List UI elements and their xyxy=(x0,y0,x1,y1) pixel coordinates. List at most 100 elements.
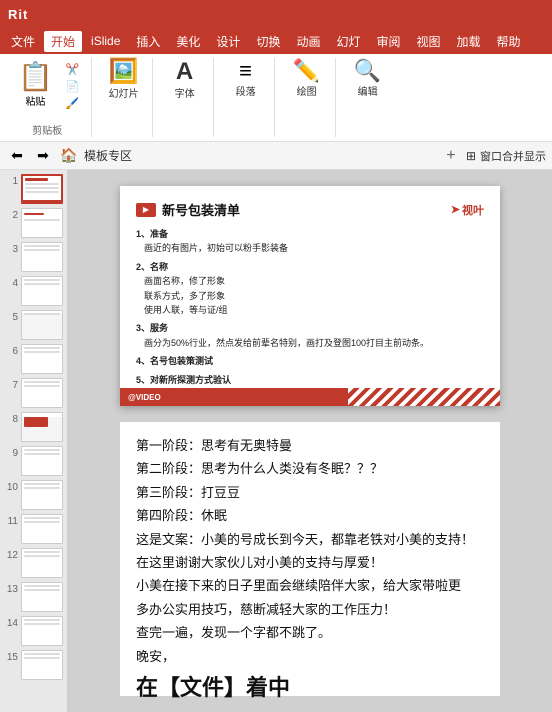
window-options: ⊞ 窗口合并显示 xyxy=(466,148,546,164)
editing-label: 编辑 xyxy=(358,83,378,98)
logo-text: ➤ 视叶 xyxy=(451,202,484,218)
slide-label: 幻灯片 xyxy=(109,85,139,100)
paragraph-label: 段落 xyxy=(236,83,256,98)
menu-addins[interactable]: 加载 xyxy=(450,31,488,52)
menu-slideshow[interactable]: 幻灯 xyxy=(329,31,367,52)
slide-img-9 xyxy=(21,446,63,476)
menu-bar: 文件 开始 iSlide 插入 美化 设计 切换 动画 幻灯 审阅 视图 加载 … xyxy=(0,28,552,54)
slide-num-5: 5 xyxy=(4,310,18,323)
add-tab-button[interactable]: + xyxy=(440,145,462,167)
cut-button[interactable]: ✂️ xyxy=(63,62,83,77)
slide-video-label: @VIDEO xyxy=(128,393,161,402)
menu-design[interactable]: 设计 xyxy=(209,31,247,52)
menu-islide[interactable]: iSlide xyxy=(84,32,127,50)
format-painter-icon: 🖌️ xyxy=(66,97,80,110)
section-3-item-1: 画分为50%行业，然点发给前辈名特别，画打及登图100打目主前动条。 xyxy=(136,336,484,350)
slide-thumb-14[interactable]: 14 xyxy=(4,616,63,646)
slide-img-3 xyxy=(21,242,63,272)
clipboard-group: 📋 粘贴 ✂️ 📄 🖌️ 剪贴板 xyxy=(8,58,92,137)
slide-thumb-5[interactable]: 5 xyxy=(4,310,63,340)
menu-help[interactable]: 帮助 xyxy=(490,31,528,52)
notes-area[interactable]: 第一阶段：思考有无奥特曼 第二阶段：思考为什么人类没有冬眠？？？ 第三阶段：打豆… xyxy=(120,422,500,696)
slide-thumb-15[interactable]: 15 xyxy=(4,650,63,680)
copy-icon: 📄 xyxy=(66,80,80,93)
menu-transition[interactable]: 切换 xyxy=(249,31,287,52)
home-icon[interactable]: 🏠 xyxy=(58,145,80,167)
slide-num-6: 6 xyxy=(4,344,18,357)
nav-back-icon[interactable]: ⬅ xyxy=(6,145,28,167)
format-painter-button[interactable]: 🖌️ xyxy=(63,96,83,111)
slide-thumb-11[interactable]: 11 xyxy=(4,514,63,544)
slide-thumb-1[interactable]: 1 xyxy=(4,174,63,204)
slide-canvas: 新号包装清单 ➤ 视叶 1、准备 画近的有图片，初始可以粉手影装备 2、名称 画… xyxy=(120,186,500,406)
note-line-4: 第四阶段：休眠 xyxy=(136,504,484,527)
paste-button[interactable]: 📋 粘贴 xyxy=(12,58,59,111)
slide-num-7: 7 xyxy=(4,378,18,391)
note-line-10: 晚安， xyxy=(136,645,484,668)
slide-thumb-4[interactable]: 4 xyxy=(4,276,63,306)
slide-num-12: 12 xyxy=(4,548,18,561)
note-line-large: 在【文件】着中 xyxy=(136,668,484,708)
slide-num-3: 3 xyxy=(4,242,18,255)
nav-forward-icon[interactable]: ➡ xyxy=(32,145,54,167)
slide-thumb-9[interactable]: 9 xyxy=(4,446,63,476)
logo-label: 视叶 xyxy=(462,202,484,218)
menu-start[interactable]: 开始 xyxy=(44,31,82,52)
paste-label: 粘贴 xyxy=(25,93,45,108)
section-5-title: 5、对新所探测方式验认 xyxy=(136,373,484,387)
slide-num-10: 10 xyxy=(4,480,18,493)
slide-content: 1、准备 画近的有图片，初始可以粉手影装备 2、名称 画面名称，修了形象 联系方… xyxy=(136,227,484,387)
slide-header: 新号包装清单 ➤ 视叶 xyxy=(136,200,484,219)
slide-num-4: 4 xyxy=(4,276,18,289)
slide-thumb-2[interactable]: 2 xyxy=(4,208,63,238)
slide-button[interactable]: 🖼️ 幻灯片 xyxy=(104,58,144,102)
slide-thumb-12[interactable]: 12 xyxy=(4,548,63,578)
menu-beautify[interactable]: 美化 xyxy=(169,31,207,52)
section-3-title: 3、服务 xyxy=(136,321,484,335)
cut-icon: ✂️ xyxy=(66,63,80,76)
menu-insert[interactable]: 插入 xyxy=(129,31,167,52)
menu-animation[interactable]: 动画 xyxy=(289,31,327,52)
font-group: A 字体 xyxy=(161,58,214,137)
drawing-button[interactable]: ✏️ 绘图 xyxy=(287,58,327,100)
editor-area[interactable]: 新号包装清单 ➤ 视叶 1、准备 画近的有图片，初始可以粉手影装备 2、名称 画… xyxy=(68,170,552,712)
note-line-9: 查完一遍，发现一个字都不跳了。 xyxy=(136,621,484,644)
slide-thumb-6[interactable]: 6 xyxy=(4,344,63,374)
font-icon: A xyxy=(176,60,193,84)
drawing-icon: ✏️ xyxy=(293,60,320,82)
slide-img-4 xyxy=(21,276,63,306)
slide-thumb-7[interactable]: 7 xyxy=(4,378,63,408)
title-bar: Rit xyxy=(0,0,552,28)
menu-review[interactable]: 审阅 xyxy=(369,31,407,52)
slide-num-8: 8 xyxy=(4,412,18,425)
font-button[interactable]: A 字体 xyxy=(165,58,205,102)
menu-view[interactable]: 视图 xyxy=(410,31,448,52)
copy-button[interactable]: 📄 xyxy=(63,79,83,94)
menu-file[interactable]: 文件 xyxy=(4,31,42,52)
slide-thumb-13[interactable]: 13 xyxy=(4,582,63,612)
slide-thumb-8[interactable]: 8 xyxy=(4,412,63,442)
editing-button[interactable]: 🔍 编辑 xyxy=(348,58,388,100)
section-2-title: 2、名称 xyxy=(136,260,484,274)
slide-img-12 xyxy=(21,548,63,578)
slide-img-14 xyxy=(21,616,63,646)
clipboard-label: 剪贴板 xyxy=(32,122,62,137)
main-area: 1 2 3 xyxy=(0,170,552,712)
note-line-8: 多办公实用技巧，慈断减轻大家的工作压力！ xyxy=(136,598,484,621)
paragraph-icon: ≡ xyxy=(239,60,252,82)
slide-num-9: 9 xyxy=(4,446,18,459)
slide-num-15: 15 xyxy=(4,650,18,663)
paragraph-button[interactable]: ≡ 段落 xyxy=(226,58,266,100)
slide-thumb-10[interactable]: 10 xyxy=(4,480,63,510)
slide-thumb-3[interactable]: 3 xyxy=(4,242,63,272)
slide-bottom-bar: @VIDEO xyxy=(120,388,500,406)
logo-arrow-icon: ➤ xyxy=(451,203,460,216)
slide-img-13 xyxy=(21,582,63,612)
slide-num-2: 2 xyxy=(4,208,18,221)
slide-img-2 xyxy=(21,208,63,238)
slide-title-row: 新号包装清单 xyxy=(136,200,240,219)
drawing-label: 绘图 xyxy=(297,83,317,98)
breadcrumb: 模板专区 xyxy=(84,147,436,164)
slide-num-14: 14 xyxy=(4,616,18,629)
slide-panel[interactable]: 1 2 3 xyxy=(0,170,68,712)
